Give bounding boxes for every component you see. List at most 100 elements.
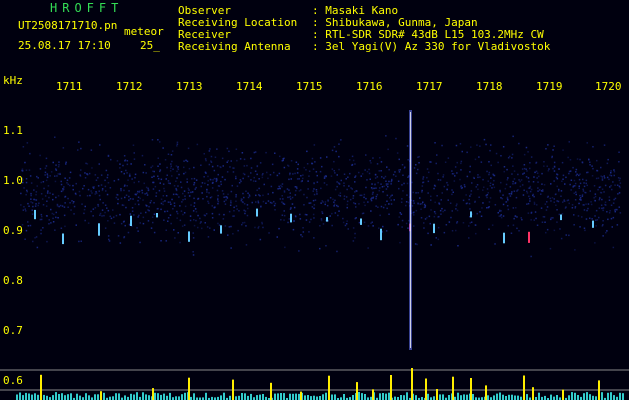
noise-pixel	[608, 199, 611, 201]
activity-bar	[493, 395, 495, 400]
signal-streak	[433, 223, 435, 234]
noise-pixel	[25, 193, 27, 196]
noise-pixel	[523, 153, 526, 156]
noise-pixel	[541, 183, 543, 185]
x-tick-label: 1713	[176, 80, 203, 93]
noise-pixel	[227, 234, 229, 236]
noise-pixel	[436, 154, 438, 156]
noise-pixel	[107, 174, 109, 176]
noise-pixel	[356, 190, 358, 192]
noise-pixel	[320, 218, 323, 220]
noise-pixel	[75, 224, 77, 226]
noise-pixel	[278, 185, 280, 188]
noise-pixel	[470, 193, 472, 195]
noise-pixel	[145, 211, 147, 214]
noise-pixel	[568, 202, 570, 205]
noise-pixel	[573, 224, 575, 226]
noise-pixel	[189, 219, 192, 222]
noise-pixel	[78, 190, 81, 193]
noise-pixel	[162, 201, 164, 203]
noise-pixel	[602, 209, 604, 212]
noise-pixel	[59, 172, 61, 175]
noise-pixel	[206, 191, 208, 193]
noise-pixel	[313, 207, 315, 210]
noise-pixel	[480, 161, 483, 163]
noise-pixel	[455, 229, 457, 232]
noise-pixel	[440, 213, 442, 215]
noise-pixel	[83, 212, 85, 215]
noise-pixel	[281, 195, 283, 197]
noise-pixel	[499, 191, 501, 193]
noise-pixel	[159, 170, 161, 173]
noise-pixel	[178, 196, 180, 198]
noise-pixel	[501, 197, 504, 200]
noise-pixel	[145, 186, 148, 189]
noise-pixel	[490, 177, 492, 179]
noise-pixel	[269, 174, 272, 176]
noise-pixel	[305, 219, 308, 221]
activity-bar	[466, 394, 468, 400]
noise-pixel	[447, 199, 449, 201]
noise-pixel	[193, 182, 196, 184]
noise-pixel	[200, 164, 202, 166]
noise-pixel	[377, 181, 379, 184]
noise-pixel	[129, 213, 132, 215]
activity-bar	[571, 392, 573, 400]
noise-pixel	[197, 214, 199, 217]
noise-pixel	[478, 196, 480, 198]
noise-pixel	[134, 173, 137, 176]
noise-pixel	[352, 197, 354, 199]
noise-pixel	[208, 163, 211, 166]
noise-pixel	[351, 155, 354, 158]
activity-bar	[103, 392, 105, 400]
noise-pixel	[101, 209, 104, 211]
noise-pixel	[594, 193, 597, 195]
noise-pixel	[39, 168, 42, 170]
noise-pixel	[522, 194, 525, 196]
noise-pixel	[502, 203, 505, 206]
noise-pixel	[207, 180, 209, 182]
noise-pixel	[603, 191, 605, 193]
noise-pixel	[315, 171, 318, 173]
noise-pixel	[286, 188, 289, 190]
noise-pixel	[197, 197, 200, 200]
noise-pixel	[575, 191, 577, 193]
noise-pixel	[497, 212, 499, 214]
noise-pixel	[610, 217, 613, 220]
meteor-trace-core	[410, 112, 411, 348]
noise-pixel	[27, 202, 29, 205]
noise-pixel	[75, 182, 77, 185]
noise-pixel	[65, 163, 67, 165]
noise-pixel	[613, 198, 615, 201]
noise-pixel	[228, 210, 231, 213]
noise-pixel	[238, 182, 241, 184]
noise-pixel	[204, 182, 206, 185]
noise-pixel	[165, 195, 168, 197]
noise-pixel	[609, 210, 611, 212]
noise-pixel	[215, 177, 218, 180]
noise-pixel	[521, 184, 524, 186]
noise-pixel	[347, 228, 349, 230]
noise-pixel	[459, 178, 461, 181]
noise-pixel	[377, 206, 379, 208]
noise-pixel	[30, 192, 32, 195]
activity-bar	[244, 393, 246, 400]
noise-pixel	[117, 178, 120, 181]
noise-pixel	[26, 142, 29, 144]
noise-pixel	[283, 214, 286, 217]
noise-pixel	[606, 176, 609, 179]
noise-pixel	[542, 216, 545, 218]
noise-pixel	[500, 197, 502, 199]
activity-bar	[163, 393, 165, 400]
noise-pixel	[587, 207, 589, 210]
signal-streak	[326, 217, 328, 222]
noise-pixel	[455, 204, 458, 207]
noise-pixel	[192, 237, 195, 239]
noise-pixel	[270, 185, 273, 188]
noise-pixel	[201, 192, 203, 194]
noise-pixel	[296, 168, 299, 170]
noise-pixel	[269, 201, 272, 204]
noise-pixel	[148, 205, 150, 208]
noise-pixel	[371, 188, 374, 190]
noise-pixel	[88, 172, 91, 175]
